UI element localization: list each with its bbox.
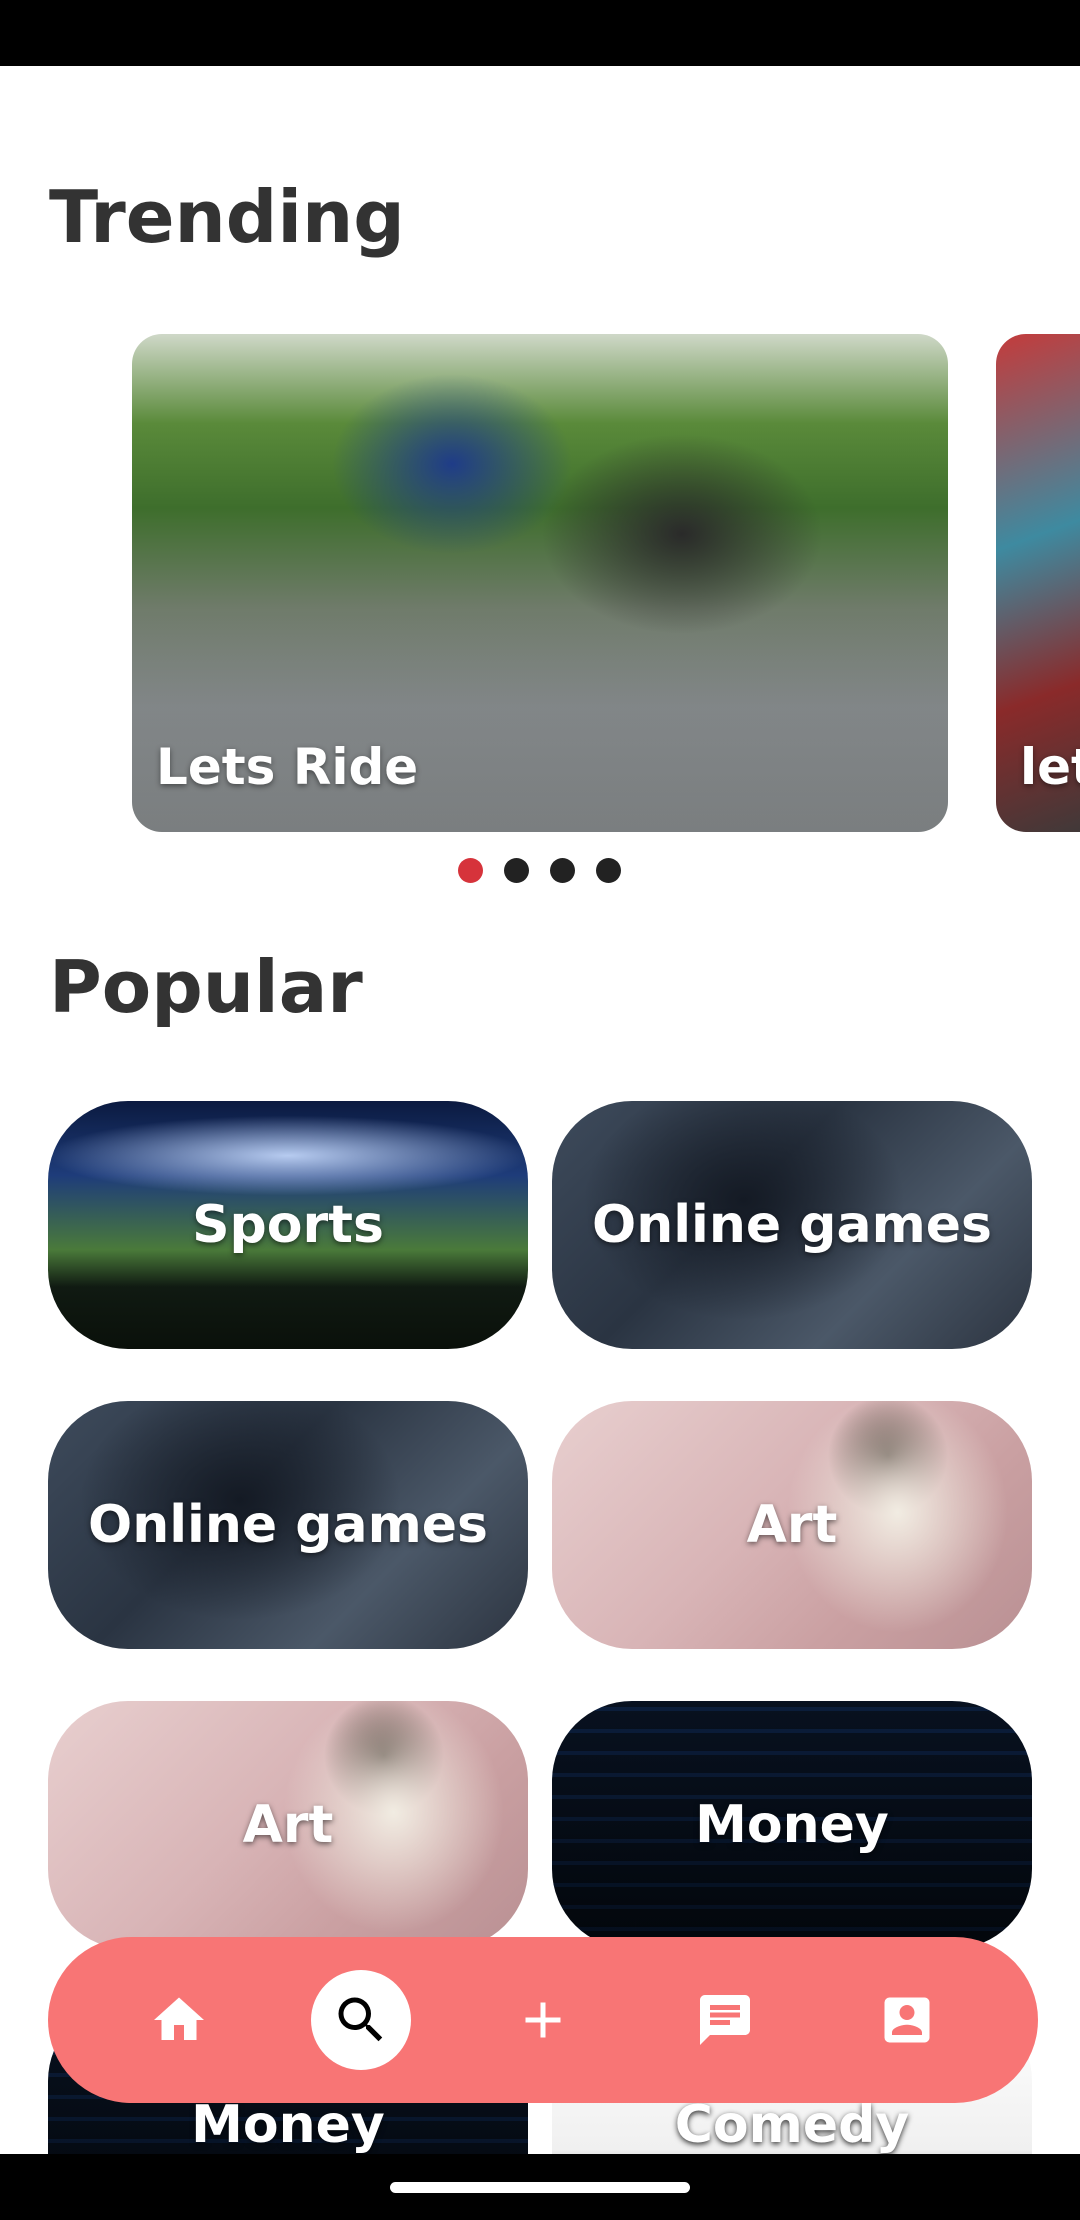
home-icon <box>154 1997 204 2040</box>
nav-search-button[interactable] <box>311 1970 411 2070</box>
category-label: Money <box>191 2095 385 2155</box>
category-label: Art <box>242 1795 334 1855</box>
trending-card-label: let <box>1020 738 1080 796</box>
nav-profile-button[interactable] <box>857 1970 957 2070</box>
nav-chat-button[interactable] <box>675 1970 775 2070</box>
search-icon <box>338 1997 383 2042</box>
bottom-navigation <box>48 1937 1038 2103</box>
carousel-dot-active[interactable] <box>458 858 483 883</box>
category-money[interactable]: Money <box>552 1701 1032 1949</box>
popular-title: Popular <box>49 945 363 1029</box>
category-label: Money <box>695 1795 889 1855</box>
profile-icon <box>884 1997 930 2043</box>
category-label: Online games <box>88 1495 488 1555</box>
category-label: Sports <box>192 1195 384 1255</box>
category-art[interactable]: Art <box>552 1401 1032 1649</box>
category-art[interactable]: Art <box>48 1701 528 1949</box>
trending-card-next[interactable]: let <box>996 334 1080 832</box>
category-label: Comedy <box>674 2095 910 2155</box>
category-online-games[interactable]: Online games <box>48 1401 528 1649</box>
category-online-games[interactable]: Online games <box>552 1101 1032 1349</box>
add-icon <box>525 2002 561 2038</box>
carousel-dot[interactable] <box>550 858 575 883</box>
trending-card-label: Lets Ride <box>156 738 419 796</box>
nav-add-button[interactable] <box>493 1970 593 2070</box>
gesture-handle[interactable] <box>390 2182 690 2193</box>
nav-home-button[interactable] <box>129 1970 229 2070</box>
category-sports[interactable]: Sports <box>48 1101 528 1349</box>
category-label: Online games <box>592 1195 992 1255</box>
status-bar <box>0 0 1080 66</box>
carousel-dot[interactable] <box>504 858 529 883</box>
trending-card-lets-ride[interactable]: Lets Ride <box>132 334 948 832</box>
carousel-dot[interactable] <box>596 858 621 883</box>
chat-icon <box>700 1995 750 2045</box>
trending-title: Trending <box>49 175 405 259</box>
carousel-indicator <box>458 858 621 883</box>
category-label: Art <box>746 1495 838 1555</box>
